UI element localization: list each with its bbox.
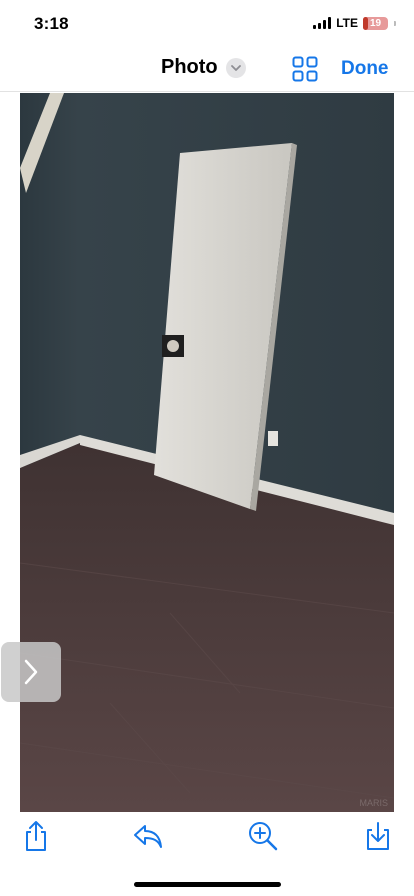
- page-title: Photo: [161, 56, 218, 78]
- status-indicators: LTE 19: [313, 16, 396, 30]
- battery-fill: [363, 16, 368, 30]
- chevron-down-icon[interactable]: [225, 57, 246, 78]
- wall-outlet: [268, 431, 278, 446]
- nav-bar: Photo Done: [0, 44, 414, 92]
- watermark: MARIS: [359, 798, 388, 808]
- zoom-in-icon[interactable]: [247, 820, 279, 852]
- network-label: LTE: [336, 16, 358, 30]
- door-knob-center: [167, 340, 179, 352]
- grid-icon[interactable]: [292, 56, 318, 82]
- reply-icon[interactable]: [132, 820, 164, 852]
- next-photo-button[interactable]: [1, 642, 61, 702]
- share-icon[interactable]: [20, 820, 52, 852]
- battery-cap: [394, 20, 396, 26]
- done-button[interactable]: Done: [341, 58, 389, 80]
- title-menu[interactable]: Photo: [161, 56, 246, 79]
- room-photo[interactable]: MARIS: [20, 93, 394, 812]
- battery-level: 19: [369, 17, 382, 29]
- home-indicator[interactable]: [134, 882, 281, 887]
- status-time: 3:18: [34, 14, 69, 33]
- battery-icon: 19: [363, 16, 388, 30]
- chevron-right-icon: [24, 659, 38, 685]
- status-bar: 3:18 LTE 19: [0, 0, 414, 44]
- signal-icon: [313, 17, 332, 29]
- download-icon[interactable]: [362, 820, 394, 852]
